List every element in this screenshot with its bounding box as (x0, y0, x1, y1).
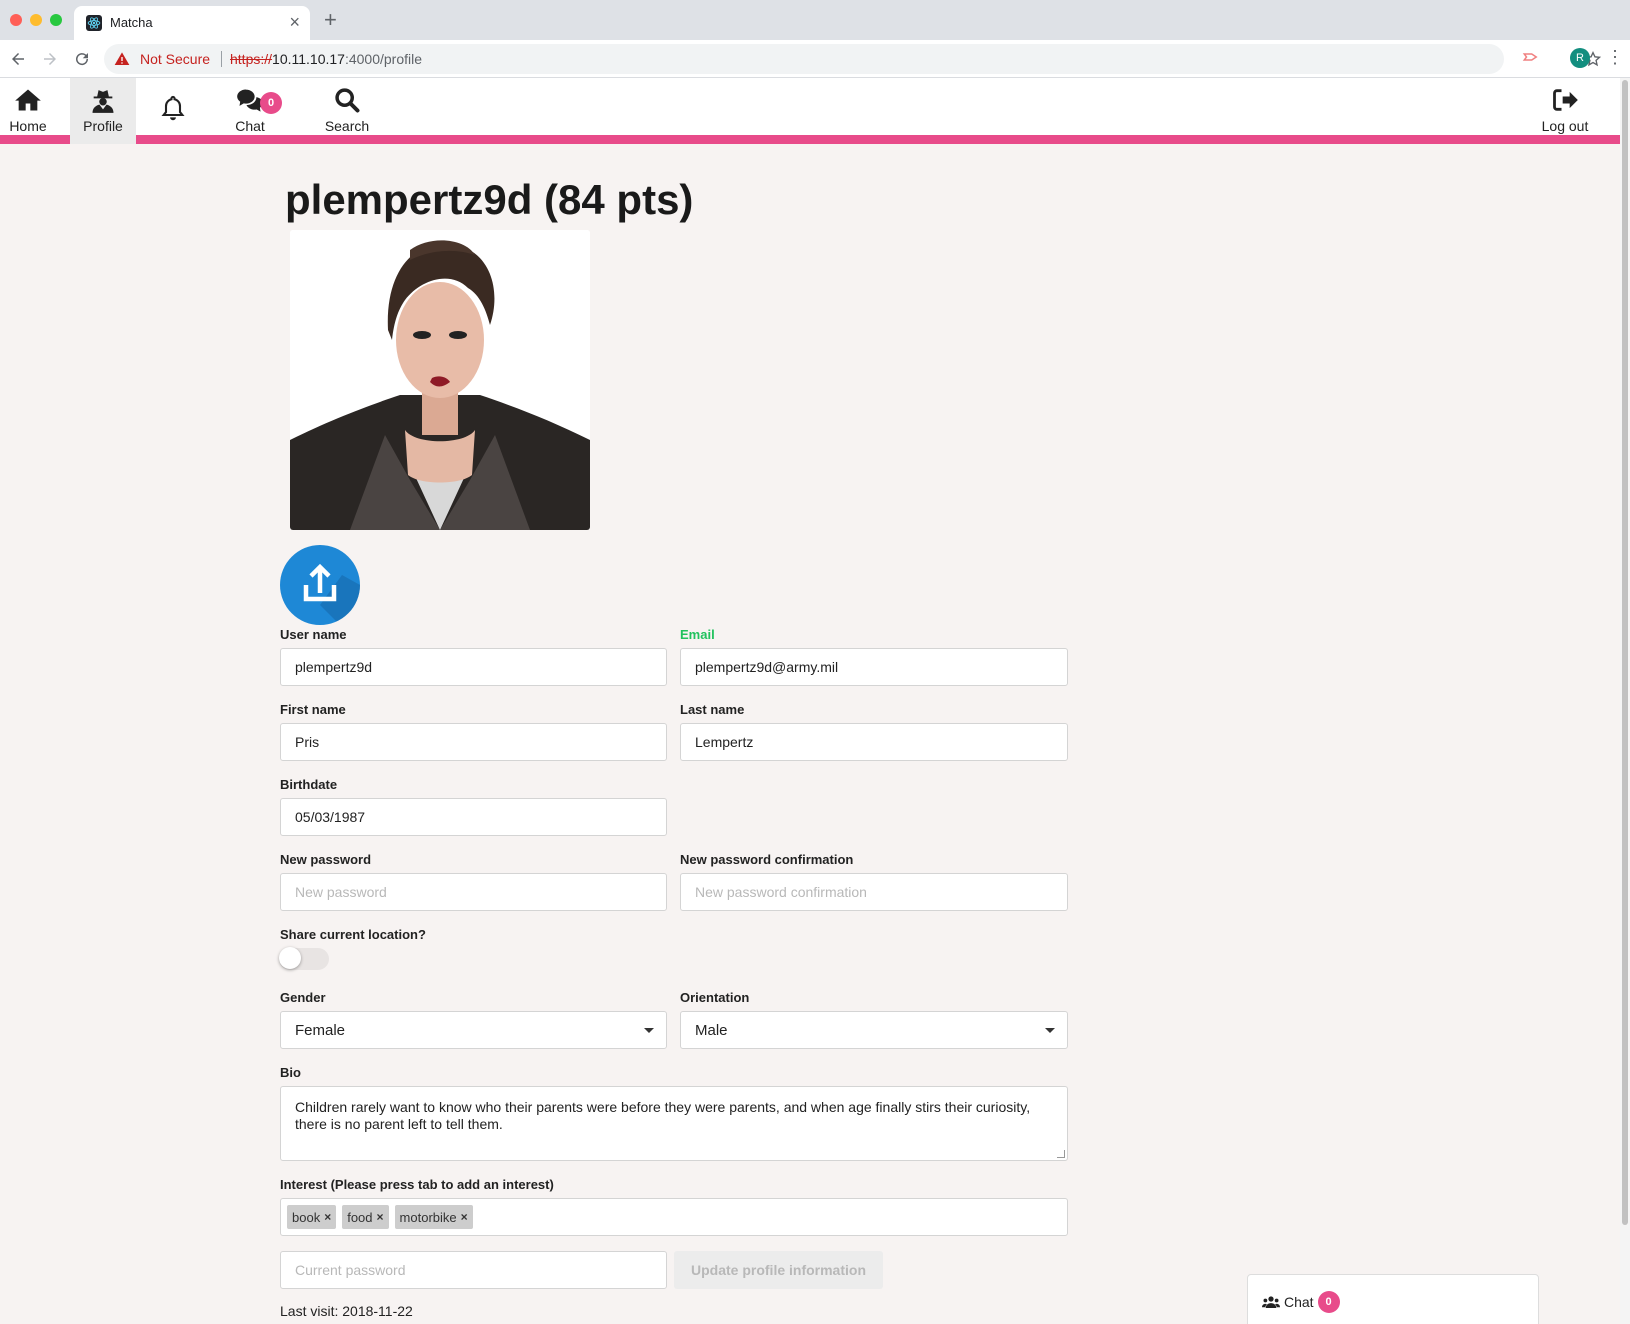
chat-widget-badge: 0 (1317, 1291, 1340, 1313)
forward-arrow-icon[interactable] (38, 47, 62, 71)
tag-label: motorbike (399, 1209, 457, 1225)
bell-icon (161, 95, 185, 121)
remove-tag-icon[interactable]: × (461, 1210, 468, 1224)
browser-menu-icon[interactable]: ⋮ (1606, 46, 1624, 68)
home-icon (15, 89, 41, 111)
first-name-label: First name (280, 702, 346, 717)
url-host: 10.11.10.17 (272, 51, 345, 67)
email-input[interactable]: plempertz9d@army.mil (680, 648, 1068, 686)
react-logo-icon (86, 15, 102, 31)
url-path: :4000/profile (344, 51, 423, 67)
search-icon (335, 88, 360, 113)
remove-tag-icon[interactable]: × (377, 1210, 384, 1224)
nav-chat-label: Chat (235, 118, 265, 134)
update-profile-button[interactable]: Update profile information (674, 1251, 883, 1289)
warning-icon (114, 52, 130, 65)
interest-tags-input[interactable]: book × food × motorbike × (280, 1198, 1068, 1236)
window-close-button[interactable] (10, 14, 22, 26)
security-status[interactable]: Not Secure (140, 51, 210, 67)
address-separator (221, 51, 222, 67)
reload-icon[interactable] (70, 47, 94, 71)
interest-label: Interest (Please press tab to add an int… (280, 1177, 554, 1192)
app-navbar: Home Profile 0 Chat Search Log out (0, 78, 1620, 144)
profile-photo (290, 230, 590, 530)
new-password-input[interactable]: New password (280, 873, 667, 911)
orientation-select[interactable]: Male (680, 1011, 1068, 1049)
browser-profile-avatar[interactable]: R (1570, 48, 1590, 68)
tab-title: Matcha (110, 15, 153, 30)
gender-select[interactable]: Female (280, 1011, 667, 1049)
upload-photo-button[interactable] (280, 545, 360, 625)
nav-search[interactable]: Search (322, 78, 372, 144)
chat-count-badge: 0 (260, 92, 282, 114)
current-password-input[interactable]: Current password (280, 1251, 667, 1289)
browser-toolbar: Not Secure https://10.11.10.17:4000/prof… (0, 40, 1630, 78)
chat-widget[interactable]: Chat 0 (1247, 1274, 1539, 1324)
share-location-toggle[interactable] (279, 947, 329, 970)
resize-handle-icon[interactable] (1057, 1150, 1065, 1158)
bio-text: Children rarely want to know who their p… (295, 1099, 1031, 1132)
window-minimize-button[interactable] (30, 14, 42, 26)
interest-tag: food × (342, 1205, 389, 1229)
last-name-label: Last name (680, 702, 745, 717)
last-visit-text: Last visit: 2018-11-22 (280, 1303, 413, 1319)
users-icon (1262, 1296, 1280, 1308)
nav-notifications[interactable] (158, 78, 188, 144)
orientation-label: Orientation (680, 990, 750, 1005)
nav-profile[interactable]: Profile (70, 78, 136, 144)
back-arrow-icon[interactable] (6, 47, 30, 71)
username-label: User name (280, 627, 347, 642)
share-location-label: Share current location? (280, 927, 426, 942)
user-secret-icon (92, 90, 114, 113)
nav-logout[interactable]: Log out (1540, 78, 1590, 144)
browser-tab-strip: Matcha × + (0, 0, 1630, 40)
interest-tag: motorbike × (394, 1205, 473, 1229)
gender-label: Gender (280, 990, 326, 1005)
first-name-input[interactable]: Pris (280, 723, 667, 761)
bio-label: Bio (280, 1065, 301, 1080)
bio-textarea[interactable]: Children rarely want to know who their p… (280, 1086, 1068, 1161)
nav-search-label: Search (324, 118, 370, 134)
chat-widget-label: Chat (1284, 1294, 1314, 1310)
new-password-label: New password (280, 852, 372, 867)
nav-home-label: Home (9, 118, 47, 134)
birthdate-input[interactable]: 05/03/1987 (280, 798, 667, 836)
nav-logout-label: Log out (1541, 118, 1589, 134)
sign-out-icon (1553, 89, 1578, 111)
caret-down-icon (1045, 1028, 1055, 1033)
url-text[interactable]: https://10.11.10.17:4000/profile (230, 51, 422, 67)
window-maximize-button[interactable] (50, 14, 62, 26)
url-protocol: https:// (230, 51, 273, 67)
gender-value: Female (295, 1021, 346, 1039)
new-password-confirm-input[interactable]: New password confirmation (680, 873, 1068, 911)
tag-label: food (347, 1209, 373, 1225)
browser-tab[interactable]: Matcha × (74, 6, 310, 40)
new-tab-icon[interactable]: + (324, 8, 337, 32)
orientation-value: Male (695, 1021, 728, 1039)
nav-chat[interactable]: 0 Chat (222, 78, 282, 144)
nav-profile-label: Profile (83, 118, 123, 134)
tab-close-icon[interactable]: × (289, 12, 300, 32)
chat-widget-header[interactable]: Chat 0 (1262, 1291, 1340, 1313)
username-input[interactable]: plempertz9d (280, 648, 667, 686)
new-password-confirm-label: New password confirmation (680, 852, 854, 867)
upload-icon (303, 563, 360, 625)
birthdate-label: Birthdate (280, 777, 338, 792)
page-title: plempertz9d (84 pts) (285, 176, 694, 223)
interest-tag: book × (287, 1205, 337, 1229)
caret-down-icon (644, 1028, 654, 1033)
nav-home[interactable]: Home (6, 78, 50, 144)
email-label: Email (680, 627, 715, 642)
address-bar[interactable]: Not Secure https://10.11.10.17:4000/prof… (104, 44, 1602, 74)
last-name-input[interactable]: Lempertz (680, 723, 1068, 761)
scrollbar-thumb[interactable] (1622, 80, 1628, 1225)
tag-label: book (292, 1209, 321, 1225)
toggle-knob (279, 947, 301, 969)
extension-icon[interactable] (1522, 48, 1540, 66)
remove-tag-icon[interactable]: × (324, 1210, 331, 1224)
